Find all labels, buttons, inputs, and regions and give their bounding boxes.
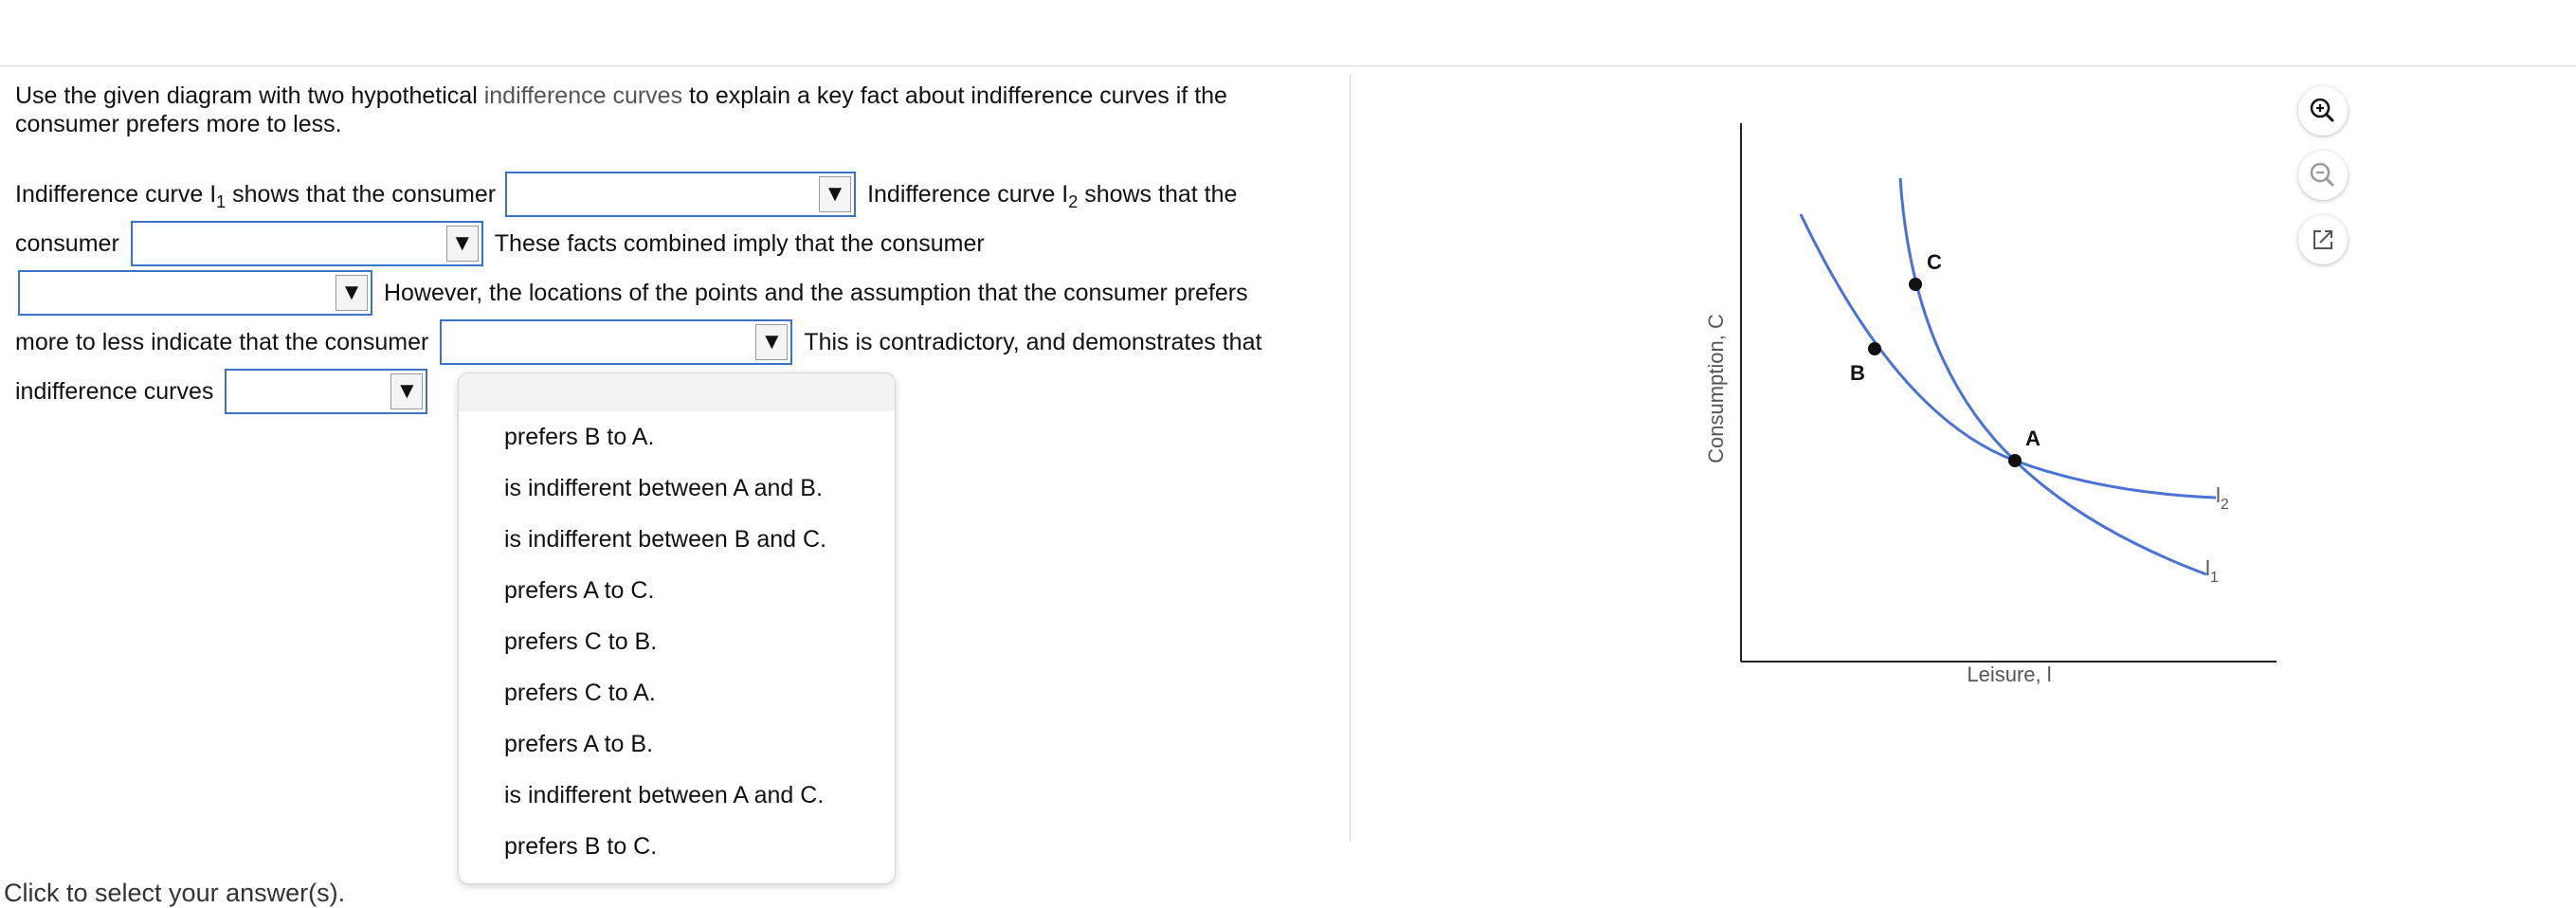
dropdown-option[interactable]: is indifferent between B and C. bbox=[504, 525, 826, 554]
dropdown-option[interactable]: is indifferent between A and C. bbox=[504, 781, 824, 809]
dropdown-2[interactable]: ▼ bbox=[130, 221, 483, 266]
dropdown-arrow-icon[interactable]: ▼ bbox=[819, 176, 852, 212]
question-intro: Use the given diagram with two hypotheti… bbox=[15, 82, 1333, 138]
x-axis-label: Leisure, l bbox=[1967, 663, 2051, 686]
point-c bbox=[1909, 278, 1922, 291]
point-c-label: C bbox=[1927, 250, 1942, 274]
top-bar bbox=[0, 0, 2576, 66]
dropdown-option[interactable]: prefers B to A. bbox=[504, 423, 654, 451]
point-b bbox=[1868, 342, 1881, 355]
dropdown-1[interactable]: ▼ bbox=[505, 172, 857, 217]
dropdown-option[interactable]: is indifferent between A and B. bbox=[504, 474, 823, 502]
sentence-text-2: Indifference curve I2 shows that the bbox=[867, 181, 1238, 211]
indifference-diagram: Consumption, C Leisure, l B C A l2 l1 bbox=[1704, 123, 2277, 686]
dropdown-5[interactable]: ▼ bbox=[225, 369, 428, 414]
popout-button[interactable] bbox=[2298, 215, 2348, 264]
question-panel: Use the given diagram with two hypotheti… bbox=[15, 82, 1333, 414]
y-axis-label: Consumption, C bbox=[1704, 314, 1728, 463]
zoom-out-button[interactable] bbox=[2298, 151, 2348, 200]
dropdown-option[interactable]: prefers A to C. bbox=[504, 576, 654, 605]
sentence-text-8: indifference curves bbox=[15, 378, 214, 405]
popout-icon[interactable] bbox=[2298, 215, 2348, 264]
dropdown-option[interactable]: prefers A to B. bbox=[504, 730, 653, 758]
dropdown-3[interactable]: ▼ bbox=[18, 270, 372, 316]
glossary-link[interactable]: indifference curves bbox=[484, 82, 682, 109]
sentence-text-5: However, the locations of the points and… bbox=[384, 280, 1248, 306]
dropdown-empty-option[interactable] bbox=[459, 373, 895, 411]
dropdown-arrow-icon[interactable]: ▼ bbox=[390, 373, 424, 409]
sentence-line-1: Indifference curve I1 shows that the con… bbox=[15, 170, 1237, 219]
sentence-text-3: consumer bbox=[15, 230, 119, 257]
panel-divider bbox=[1350, 74, 1351, 842]
dropdown-option[interactable]: prefers C to B. bbox=[504, 627, 657, 656]
curve-2-label: l2 bbox=[2216, 483, 2229, 513]
sentence-line-2: consumer ▼ These facts combined imply th… bbox=[15, 219, 985, 268]
dropdown-option[interactable]: prefers B to C. bbox=[504, 832, 657, 861]
zoom-out-icon[interactable] bbox=[2298, 151, 2348, 200]
dropdown-arrow-icon[interactable]: ▼ bbox=[755, 324, 789, 360]
indifference-curve-1 bbox=[1898, 177, 2207, 576]
dropdown-option[interactable]: prefers C to A. bbox=[504, 679, 656, 707]
dropdown-4[interactable]: ▼ bbox=[440, 319, 793, 365]
dropdown-menu[interactable]: prefers B to A. is indifferent between A… bbox=[458, 372, 896, 884]
zoom-in-button[interactable] bbox=[2298, 86, 2348, 136]
point-a bbox=[2008, 454, 2022, 467]
footer-hint: Click to select your answer(s). bbox=[4, 879, 346, 907]
curve-1-label: l1 bbox=[2205, 556, 2219, 586]
zoom-in-icon[interactable] bbox=[2298, 86, 2348, 136]
dropdown-arrow-icon[interactable]: ▼ bbox=[336, 275, 368, 311]
intro-text: Use the given diagram with two hypotheti… bbox=[15, 82, 484, 109]
sentence-text-6: more to less indicate that the consumer bbox=[15, 329, 429, 355]
sentence-line-4: more to less indicate that the consumer … bbox=[15, 318, 1261, 367]
sentence-line-5: indifference curves ▼ bbox=[15, 367, 428, 416]
sentence-text-4: These facts combined imply that the cons… bbox=[494, 230, 985, 257]
sentence-line-3: ▼ However, the locations of the points a… bbox=[15, 268, 1248, 318]
sentence-text-7: This is contradictory, and demonstrates … bbox=[804, 329, 1262, 355]
sentence-text-1: Indifference curve I1 shows that the con… bbox=[15, 181, 497, 211]
point-b-label: B bbox=[1850, 361, 1865, 385]
dropdown-arrow-icon[interactable]: ▼ bbox=[445, 226, 479, 262]
point-a-label: A bbox=[2025, 427, 2041, 450]
